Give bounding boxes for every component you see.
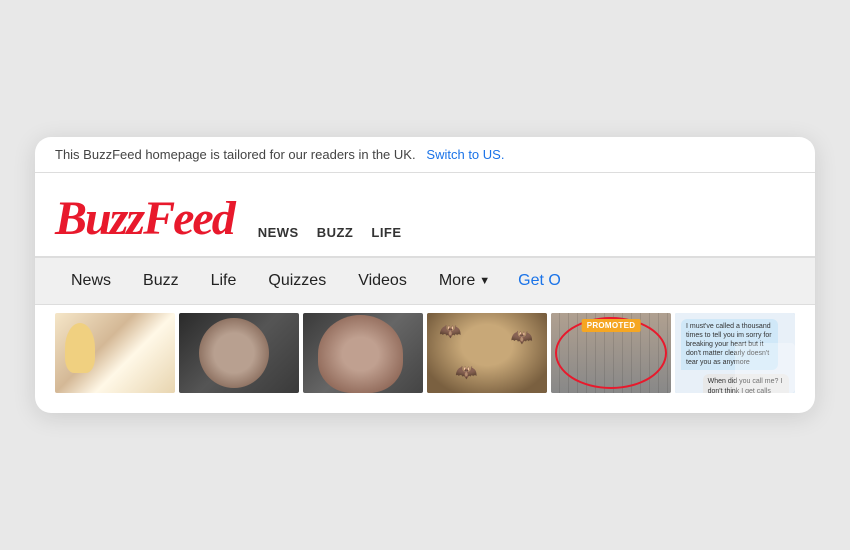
nav-buzz[interactable]: Buzz xyxy=(127,258,195,304)
header-nav: NEWS BUZZ LIFE xyxy=(258,225,402,246)
header: BuzzFeed NEWS BUZZ LIFE xyxy=(35,173,815,256)
thumbnails-row: 🦇 🦇 🦇 PROMOTED I must've called a thousa… xyxy=(35,305,815,393)
logo-text: BuzzFeed xyxy=(55,192,234,245)
thumbnail-1[interactable] xyxy=(55,313,175,393)
thumbnail-2[interactable] xyxy=(179,313,299,393)
nav-news[interactable]: News xyxy=(55,258,127,304)
bat-icon-2: 🦇 xyxy=(455,362,477,383)
header-nav-buzz: BUZZ xyxy=(317,225,354,240)
chat-overlay: I must've called a thousand times to tel… xyxy=(675,313,795,393)
chevron-down-icon: ▼ xyxy=(479,275,490,287)
nav-quizzes[interactable]: Quizzes xyxy=(252,258,342,304)
nav-bar: News Buzz Life Quizzes Videos More ▼ Get… xyxy=(35,257,815,305)
banner-text: This BuzzFeed homepage is tailored for o… xyxy=(55,147,416,162)
bat-icon-3: 🦇 xyxy=(511,327,533,348)
nav-videos[interactable]: Videos xyxy=(342,258,423,304)
main-card: This BuzzFeed homepage is tailored for o… xyxy=(35,137,815,413)
bat-icon-1: 🦇 xyxy=(439,321,461,342)
thumbnail-3[interactable] xyxy=(303,313,423,393)
thumbnail-6[interactable]: I must've called a thousand times to tel… xyxy=(675,313,795,393)
nav-get[interactable]: Get O xyxy=(506,258,573,304)
switch-to-us-link[interactable]: Switch to US. xyxy=(426,147,504,162)
header-nav-news: NEWS xyxy=(258,225,299,240)
buzzfeed-logo: BuzzFeed xyxy=(55,191,234,246)
thumbnail-4[interactable]: 🦇 🦇 🦇 xyxy=(427,313,547,393)
header-nav-life: LIFE xyxy=(371,225,401,240)
uk-banner: This BuzzFeed homepage is tailored for o… xyxy=(35,137,815,173)
nav-more[interactable]: More ▼ xyxy=(423,258,506,304)
more-label: More xyxy=(439,272,475,290)
promoted-badge: PROMOTED xyxy=(582,319,641,332)
chat-bubble-1: I must've called a thousand times to tel… xyxy=(681,319,778,370)
chat-bubble-2: When did you call me? I don't think I ge… xyxy=(703,374,789,393)
nav-life[interactable]: Life xyxy=(195,258,253,304)
thumbnail-5-promoted[interactable]: PROMOTED xyxy=(551,313,671,393)
